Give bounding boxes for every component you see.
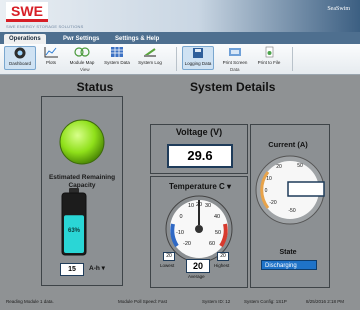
data-group-label: Data: [230, 67, 240, 72]
battery-percent: 63%: [68, 228, 81, 234]
brand-line: SWE ENERGY STORAGE SOLUTIONS: [6, 24, 84, 29]
temp-lowest-value: 20: [163, 252, 175, 261]
print-screen-button[interactable]: Print Screen: [218, 46, 252, 68]
system-log-button[interactable]: System Log: [134, 46, 166, 68]
corner-brand-text: SeaSwim: [327, 6, 350, 12]
capacity-value-field[interactable]: 15: [60, 263, 84, 276]
temp-highest-value: 20: [217, 252, 229, 261]
status-bar: Reading Module 1 data. Module Poll Speed…: [0, 296, 360, 310]
module-map-icon: [74, 47, 90, 57]
temp-tick: -20: [183, 241, 191, 247]
temp-tick: -10: [176, 230, 184, 236]
corner-brand-logo: SeaSwim: [322, 6, 350, 28]
temp-average-label: Average: [188, 274, 205, 279]
status-title: Status: [76, 80, 114, 94]
temp-tick: 30: [205, 203, 211, 209]
battery-fill: [64, 215, 84, 253]
temp-tick: 20: [196, 202, 202, 208]
plots-button[interactable]: Plots: [36, 46, 66, 68]
current-tick: 50: [297, 163, 303, 169]
status-datetime: 8/25/2016 2:18 PM: [306, 299, 345, 304]
status-reading: Reading Module 1 data.: [6, 299, 54, 304]
system-details-title: System Details: [190, 80, 276, 94]
print-file-icon: [265, 46, 274, 58]
status-poll-speed: Module Poll Speed: Fast: [118, 299, 168, 304]
current-gauge: 20 50 10 0 -20 -50: [255, 155, 325, 225]
temp-tick: 50: [215, 230, 221, 236]
print-to-file-button[interactable]: Print to File: [252, 46, 286, 68]
swe-logo: SWE: [6, 2, 48, 22]
log-icon: [144, 48, 156, 57]
voltage-value: 29.6: [167, 144, 233, 168]
view-group-label: View: [80, 67, 90, 72]
current-tick: 20: [276, 164, 282, 170]
module-map-button[interactable]: Module Map: [64, 46, 100, 68]
temp-tick: 10: [188, 203, 194, 209]
dashboard-button[interactable]: Dashboard: [4, 46, 36, 70]
current-tick: -20: [269, 200, 276, 206]
temp-tick: 40: [214, 214, 220, 220]
temp-highest-label: Highest: [214, 263, 230, 268]
current-tick: 0: [265, 188, 268, 194]
logging-icon: [193, 48, 203, 58]
ribbon: Dashboard Plots Module Map System Data S…: [0, 44, 360, 75]
ribbon-tabs: Operations Pwr Settings Settings & Help: [0, 32, 360, 44]
system-log-label: System Log: [138, 60, 162, 65]
app-window: SWE SWE ENERGY STORAGE SOLUTIONS SeaSwim…: [0, 0, 360, 310]
logging-data-button[interactable]: Logging Data: [182, 46, 214, 70]
title-bar: SWE SWE ENERGY STORAGE SOLUTIONS SeaSwim: [0, 0, 360, 32]
dashboard-label: Dashboard: [8, 61, 31, 66]
print-screen-label: Print Screen: [222, 60, 248, 65]
temperature-unit-dropdown[interactable]: Temperature C ▾: [152, 182, 248, 191]
tab-pwr-settings[interactable]: Pwr Settings: [58, 34, 104, 44]
temp-tick: 60: [209, 241, 215, 247]
current-tick: -50: [288, 208, 295, 214]
tab-settings-help[interactable]: Settings & Help: [110, 34, 164, 44]
temp-lowest-label: Lowest: [160, 263, 175, 268]
current-label: Current (A): [268, 140, 308, 149]
current-tick: 10: [266, 176, 272, 182]
state-value: Discharging: [261, 260, 317, 270]
module-map-label: Module Map: [69, 60, 95, 65]
tab-operations[interactable]: Operations: [4, 34, 46, 44]
battery-gauge: 63%: [61, 188, 87, 256]
status-indicator-light: [59, 119, 105, 165]
temp-average-value: 20: [186, 259, 210, 273]
voltage-label: Voltage (V): [175, 127, 223, 137]
logo-text: SWE: [11, 3, 43, 19]
system-data-button[interactable]: System Data: [100, 46, 134, 68]
logging-data-label: Logging Data: [184, 61, 212, 66]
temp-tick: 0: [179, 214, 182, 220]
capacity-unit-dropdown[interactable]: A-h ▾: [89, 264, 105, 272]
ribbon-separator: [176, 47, 177, 71]
dashboard-icon: [14, 47, 26, 59]
table-icon: [111, 47, 123, 57]
print-screen-icon: [229, 48, 241, 56]
print-to-file-label: Print to File: [257, 60, 281, 65]
plots-label: Plots: [45, 60, 56, 65]
system-data-label: System Data: [104, 60, 130, 65]
status-system-config: System Config: 1S1P: [244, 299, 287, 304]
ribbon-separator: [292, 47, 293, 71]
plot-icon: [44, 47, 58, 58]
status-system-id: System ID: 12: [202, 299, 231, 304]
state-label: State: [279, 249, 297, 256]
